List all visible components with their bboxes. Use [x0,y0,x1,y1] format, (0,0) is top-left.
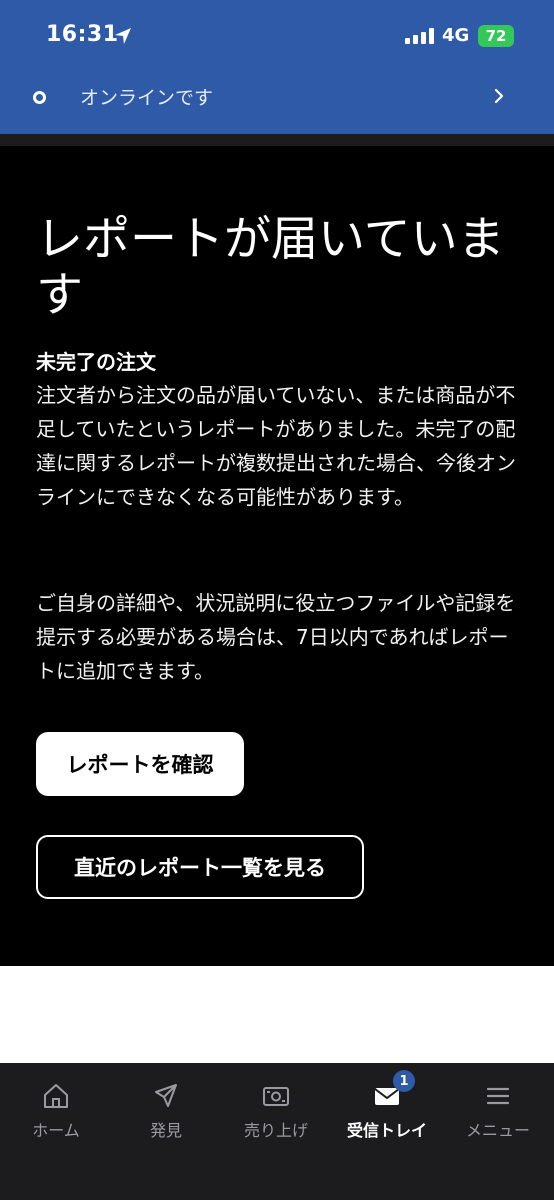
network-type: 4G [442,25,470,46]
online-status-banner[interactable]: オンラインです [0,64,554,128]
status-bar: 16:31 4G 72 [0,0,554,64]
battery-icon: 72 [478,25,514,47]
top-header: 16:31 4G 72 オンラインです [0,0,554,134]
report-subheading: 未完了の注文 [36,350,156,374]
report-instructions: ご自身の詳細や、状況説明に役立つファイルや記録を提示する必要がある場合は、7日以… [36,591,516,683]
cellular-signal-icon [405,28,435,44]
tab-home[interactable]: ホーム [1,1063,111,1153]
online-status-text: オンラインです [80,87,214,109]
tab-earnings[interactable]: 売り上げ [221,1063,331,1153]
report-description: 注文者から注文の品が届いていない、または商品が不足していたというレポートがありま… [36,383,516,509]
menu-icon [486,1087,510,1105]
tab-discover[interactable]: 発見 [111,1063,221,1153]
header-divider [0,134,554,146]
recent-reports-button[interactable]: 直近のレポート一覧を見る [36,835,364,899]
home-icon [44,1084,68,1108]
report-card: レポートが届いています 未完了の注文 注文者から注文の品が届いていない、または商… [0,146,554,966]
chevron-right-icon [494,88,504,104]
banknote-icon [263,1087,289,1106]
status-time: 16:31 [46,22,119,47]
bottom-tab-bar: ホーム 発見 売り上げ 1 受信トレイ メニュー [0,1063,554,1200]
online-indicator-icon [33,91,46,104]
location-arrow-icon [115,28,131,44]
view-report-button[interactable]: レポートを確認 [36,732,244,796]
tab-menu[interactable]: メニュー [443,1063,553,1153]
report-title: レポートが届いています [36,212,505,323]
tab-label: ホーム [32,1121,80,1140]
tab-label: メニュー [465,1121,530,1140]
tab-label: 受信トレイ [346,1121,427,1140]
compass-icon [155,1084,177,1107]
tab-label: 発見 [149,1121,182,1140]
tab-label: 売り上げ [243,1121,308,1140]
battery-level: 72 [485,27,507,45]
tab-inbox[interactable]: 1 受信トレイ [332,1063,442,1153]
unread-badge: 1 [393,1070,415,1092]
